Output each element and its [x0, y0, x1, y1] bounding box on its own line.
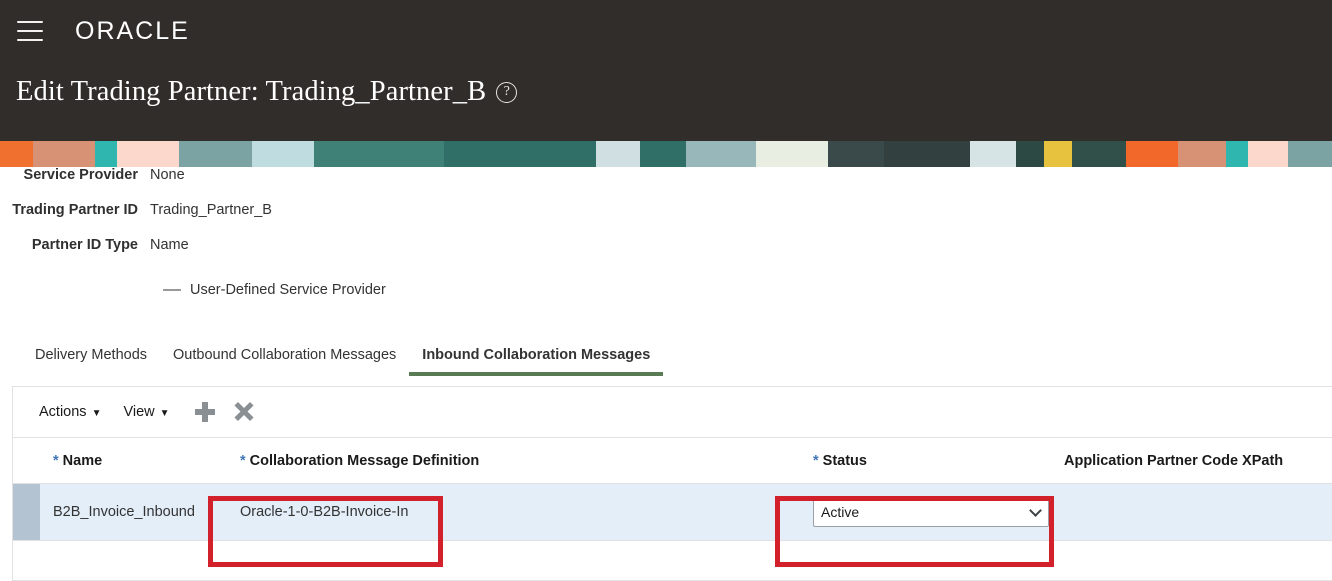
decorative-banner — [0, 141, 1332, 167]
page-title-row: Edit Trading Partner: Trading_Partner_B … — [16, 72, 518, 112]
banner-segment — [444, 141, 596, 167]
column-header-collaboration-message-definition: * Collaboration Message Definition — [228, 452, 801, 470]
banner-segment — [252, 141, 314, 167]
column-header-status: * Status — [801, 452, 1052, 470]
required-marker: * — [53, 452, 59, 469]
banner-segment — [884, 141, 970, 167]
user-defined-service-provider-label: User-Defined Service Provider — [190, 281, 386, 298]
banner-segment — [1126, 141, 1178, 167]
required-marker: * — [240, 452, 246, 469]
banner-segment — [1016, 141, 1044, 167]
tab-delivery-methods[interactable]: Delivery Methods — [22, 347, 160, 376]
grid-header-row: * Name * Collaboration Message Definition … — [13, 438, 1332, 484]
field-service-provider: Service Provider None — [0, 167, 1332, 202]
field-user-defined-service-provider: User-Defined Service Provider — [0, 272, 1332, 307]
cell-status: Active Inactive — [801, 497, 1052, 527]
column-header-label: Collaboration Message Definition — [249, 452, 480, 469]
field-trading-partner-id: Trading Partner ID Trading_Partner_B — [0, 202, 1332, 237]
help-circle-icon[interactable]: ? — [496, 81, 518, 103]
column-header-label: Name — [62, 452, 103, 469]
banner-segment — [179, 141, 252, 167]
tab-bar: Delivery Methods Outbound Collaboration … — [0, 347, 1332, 380]
column-header-application-partner-code-xpath: Application Partner Code XPath — [1052, 452, 1332, 470]
view-menu-button[interactable]: View ▼ — [123, 404, 169, 420]
field-value: None — [150, 167, 185, 183]
banner-segment — [1072, 141, 1126, 167]
field-partner-id-type: Partner ID Type Name — [0, 237, 1332, 272]
actions-menu-label: Actions — [39, 404, 87, 420]
banner-segment — [117, 141, 179, 167]
tab-inbound-collaboration-messages[interactable]: Inbound Collaboration Messages — [409, 347, 664, 376]
actions-menu-button[interactable]: Actions ▼ — [39, 404, 101, 420]
field-label: Partner ID Type — [31, 237, 138, 253]
row-selector-header — [13, 438, 40, 483]
status-select-wrapper: Active Inactive — [813, 497, 1049, 527]
dash-icon — [163, 288, 181, 291]
banner-segment — [0, 141, 33, 167]
required-marker: * — [813, 452, 819, 469]
field-label: Service Provider — [23, 167, 138, 183]
banner-segment — [596, 141, 640, 167]
plus-icon[interactable] — [192, 399, 218, 425]
banner-segment — [95, 141, 117, 167]
chevron-down-icon: ▼ — [159, 408, 170, 419]
field-label: Trading Partner ID — [12, 202, 138, 218]
banner-segment — [33, 141, 95, 167]
trading-partner-details: Service Provider None Trading Partner ID… — [0, 167, 1332, 307]
table-toolbar: Actions ▼ View ▼ — [13, 387, 1332, 437]
banner-segment — [686, 141, 756, 167]
field-value: Trading_Partner_B — [150, 202, 272, 218]
banner-segment — [640, 141, 686, 167]
banner-segment — [828, 141, 884, 167]
banner-segment — [314, 141, 444, 167]
banner-segment — [1178, 141, 1226, 167]
banner-segment — [1248, 141, 1288, 167]
banner-segment — [1226, 141, 1248, 167]
banner-segment — [970, 141, 1016, 167]
hamburger-menu-icon[interactable] — [17, 21, 43, 41]
status-select[interactable]: Active Inactive — [813, 497, 1049, 527]
banner-segment — [1044, 141, 1072, 167]
chevron-down-icon: ▼ — [91, 408, 102, 419]
table-row[interactable]: B2B_Invoice_Inbound Oracle-1-0-B2B-Invoi… — [13, 484, 1332, 541]
banner-segment — [756, 141, 828, 167]
inbound-collaboration-messages-panel: Actions ▼ View ▼ * Name * Collaboration Mess… — [12, 386, 1332, 581]
column-header-name: * Name — [40, 452, 228, 470]
page-title: Edit Trading Partner: Trading_Partner_B — [16, 76, 487, 107]
collaboration-messages-grid: * Name * Collaboration Message Definition … — [13, 437, 1332, 541]
tab-outbound-collaboration-messages[interactable]: Outbound Collaboration Messages — [160, 347, 409, 376]
cell-collaboration-message-definition: Oracle-1-0-B2B-Invoice-In — [240, 504, 409, 520]
field-value: Name — [150, 237, 189, 253]
column-header-label: Application Partner Code XPath — [1064, 452, 1284, 469]
banner-segment — [1288, 141, 1332, 167]
column-header-label: Status — [822, 452, 867, 469]
cell-name: B2B_Invoice_Inbound — [53, 504, 195, 520]
brand-row: ORACLE — [17, 16, 190, 46]
view-menu-label: View — [123, 404, 155, 420]
global-header: ORACLE Edit Trading Partner: Trading_Par… — [0, 0, 1332, 141]
oracle-logo[interactable]: ORACLE — [75, 18, 190, 44]
close-x-icon[interactable] — [231, 399, 257, 425]
row-selector-cell[interactable] — [13, 484, 40, 540]
